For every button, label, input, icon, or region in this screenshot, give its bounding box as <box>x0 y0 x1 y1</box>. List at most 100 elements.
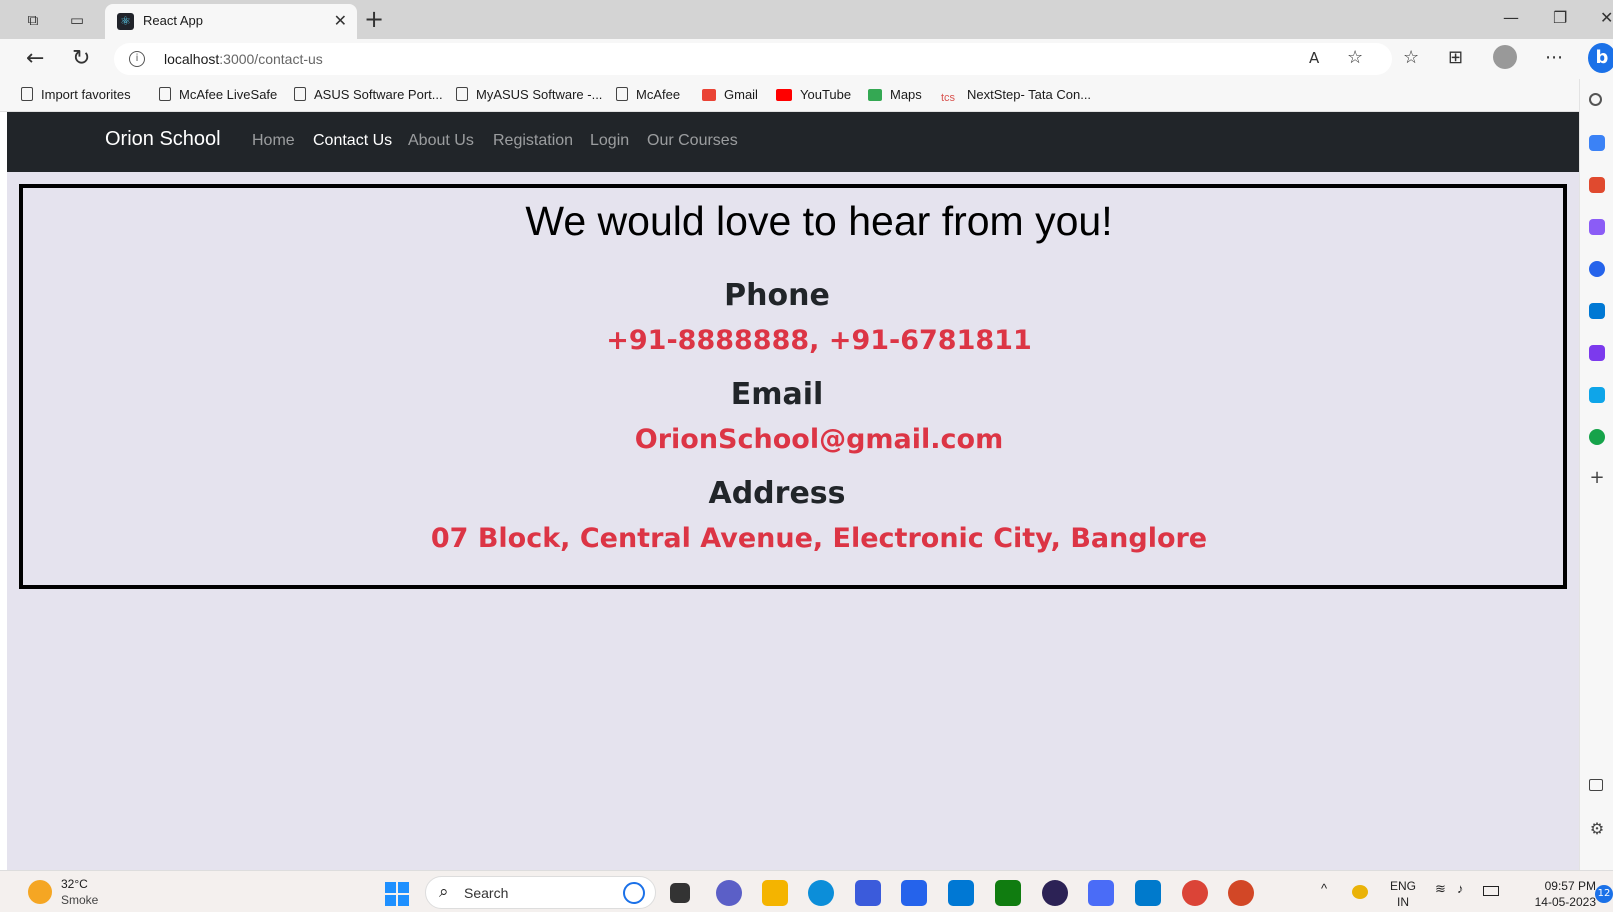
site-info-icon[interactable]: i <box>129 51 145 67</box>
back-icon[interactable]: ← <box>26 46 44 71</box>
weather-condition[interactable]: Smoke <box>61 893 98 907</box>
mail-icon[interactable] <box>948 880 974 906</box>
volume-icon[interactable]: ♪ <box>1457 881 1464 896</box>
tree-icon[interactable] <box>1589 429 1605 445</box>
nav-registation[interactable]: Registation <box>493 132 573 150</box>
bookmark-nextstep[interactable]: tcs NextStep- Tata Con... <box>941 87 1091 104</box>
vscode-icon[interactable] <box>1135 880 1161 906</box>
bookmark-label: ASUS Software Port... <box>314 87 443 102</box>
start-button[interactable] <box>385 882 409 906</box>
bookmark-label: MyASUS Software -... <box>476 87 603 102</box>
url-text[interactable]: localhost:3000/contact-us <box>164 51 323 67</box>
calculator-icon[interactable] <box>1088 880 1114 906</box>
start-tile <box>398 882 409 893</box>
read-aloud-icon[interactable]: A <box>1309 49 1319 67</box>
bookmark-mcafee[interactable]: McAfee <box>616 87 680 102</box>
tab-strip: ⧉ ▭ ⚛ React App ✕ + — ❐ ✕ <box>0 0 1613 39</box>
bookmark-mcafee-livesafe[interactable]: McAfee LiveSafe <box>159 87 277 102</box>
bookmark-label: Gmail <box>724 87 758 102</box>
store-icon[interactable] <box>901 880 927 906</box>
designer-icon[interactable] <box>1589 345 1605 361</box>
edge-browser-icon[interactable] <box>808 880 834 906</box>
nav-login[interactable]: Login <box>590 132 629 150</box>
start-tile <box>385 882 396 893</box>
taskbar-search[interactable]: ⌕ Search <box>425 876 656 909</box>
file-explorer-icon[interactable] <box>762 880 788 906</box>
start-tile <box>398 895 409 906</box>
new-tab-icon[interactable]: + <box>364 5 384 33</box>
weather-icon[interactable] <box>28 880 52 904</box>
send-icon[interactable] <box>1589 387 1605 403</box>
phone-value: +91-8888888, +91-6781811 <box>606 325 1032 356</box>
powerpoint-icon[interactable] <box>1228 880 1254 906</box>
eclipse-icon[interactable] <box>1042 880 1068 906</box>
collections-icon[interactable]: ⊞ <box>1448 47 1463 68</box>
task-view-icon[interactable] <box>670 883 690 903</box>
shopping-icon[interactable] <box>1589 135 1605 151</box>
games-icon[interactable] <box>1589 219 1605 235</box>
profile-avatar[interactable] <box>1493 45 1517 69</box>
nav-contact-us[interactable]: Contact Us <box>313 132 392 150</box>
restore-icon[interactable]: ❐ <box>1553 8 1567 27</box>
bing-chat-icon[interactable]: b <box>1588 43 1613 73</box>
contact-box: We would love to hear from you! Phone +9… <box>19 184 1567 589</box>
bookmark-label: Import favorites <box>41 87 131 102</box>
page-icon <box>159 87 171 101</box>
vs-studio-icon[interactable] <box>855 880 881 906</box>
active-tab[interactable]: ⚛ React App ✕ <box>105 4 357 39</box>
brand-logo[interactable]: Orion School <box>105 128 221 151</box>
tab-title: React App <box>143 13 203 28</box>
maps-icon <box>868 89 882 101</box>
phone-label: Phone <box>724 278 830 313</box>
onedrive-icon[interactable] <box>1352 885 1368 899</box>
page-icon <box>456 87 468 101</box>
outlook-icon[interactable] <box>1589 303 1605 319</box>
lang-top[interactable]: ENG <box>1388 879 1418 893</box>
tools-icon[interactable] <box>1589 177 1605 193</box>
nav-our-courses[interactable]: Our Courses <box>647 132 738 150</box>
address-label: Address <box>708 476 846 511</box>
taskbar-search-placeholder: Search <box>464 885 509 901</box>
bookmark-youtube[interactable]: YouTube <box>776 87 851 102</box>
gmail-icon <box>702 89 716 101</box>
chrome-icon[interactable] <box>1182 880 1208 906</box>
tab-actions-icon[interactable]: ▭ <box>66 9 88 31</box>
clock-time[interactable]: 09:57 PM <box>1518 879 1596 893</box>
start-tile <box>385 895 396 906</box>
close-window-icon[interactable]: ✕ <box>1600 8 1613 27</box>
weather-temperature[interactable]: 32°C <box>61 877 88 891</box>
workspaces-icon[interactable]: ⧉ <box>22 9 44 31</box>
split-screen-icon[interactable] <box>1589 779 1603 791</box>
nav-about-us[interactable]: About Us <box>408 132 474 150</box>
xbox-icon[interactable] <box>995 880 1021 906</box>
clock-date[interactable]: 14-05-2023 <box>1518 895 1596 909</box>
add-icon[interactable]: + <box>1589 467 1605 488</box>
minimize-icon[interactable]: — <box>1503 8 1519 27</box>
bookmark-label: Maps <box>890 87 922 102</box>
teams-chat-icon[interactable] <box>716 880 742 906</box>
search-icon[interactable] <box>1589 93 1602 106</box>
url-path: :3000/contact-us <box>219 51 323 67</box>
lang-bottom[interactable]: IN <box>1388 895 1418 909</box>
more-options-icon[interactable]: ⋯ <box>1545 47 1563 68</box>
bookmark-myasus[interactable]: MyASUS Software -... <box>456 87 602 102</box>
bookmark-asus-software[interactable]: ASUS Software Port... <box>294 87 443 102</box>
battery-icon[interactable] <box>1483 886 1499 896</box>
add-favorite-icon[interactable]: ☆ <box>1347 47 1363 68</box>
bookmark-maps[interactable]: Maps <box>868 87 922 102</box>
windows-taskbar: 32°C Smoke ⌕ Search ^ ENG IN ≋ ♪ 09:57 P… <box>0 870 1613 912</box>
email-label: Email <box>730 377 824 412</box>
office-icon[interactable] <box>1589 261 1605 277</box>
bookmark-gmail[interactable]: Gmail <box>702 87 758 102</box>
favorites-icon[interactable]: ☆ <box>1403 47 1419 68</box>
refresh-icon[interactable]: ↻ <box>72 46 90 71</box>
wifi-icon[interactable]: ≋ <box>1435 881 1446 897</box>
page-heading: We would love to hear from you! <box>525 198 1113 244</box>
settings-gear-icon[interactable]: ⚙ <box>1589 819 1605 838</box>
notification-badge[interactable]: 12 <box>1595 885 1613 903</box>
address-bar[interactable]: i localhost:3000/contact-us A ☆ <box>114 43 1392 75</box>
bookmark-import-favorites[interactable]: Import favorites <box>21 87 131 102</box>
close-tab-icon[interactable]: ✕ <box>334 11 347 30</box>
show-hidden-icons[interactable]: ^ <box>1321 881 1327 896</box>
nav-home[interactable]: Home <box>252 132 295 150</box>
